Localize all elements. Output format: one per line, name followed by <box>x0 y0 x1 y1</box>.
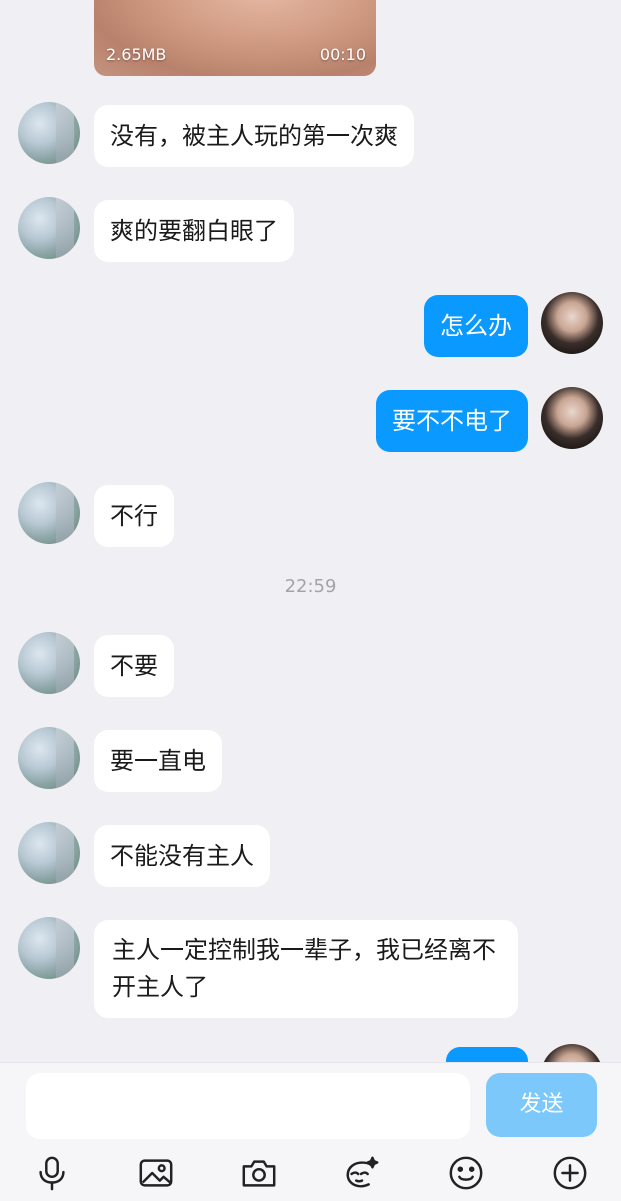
incoming-message[interactable]: 爽的要翻白眼了 <box>94 200 294 262</box>
emoji-icon[interactable] <box>444 1151 488 1195</box>
video-duration: 00:10 <box>319 45 366 64</box>
video-message[interactable]: 2.65MB 00:10 <box>94 0 376 76</box>
my-avatar[interactable] <box>541 292 603 354</box>
incoming-message[interactable]: 要一直电 <box>94 730 222 792</box>
contact-avatar[interactable] <box>18 197 80 259</box>
camera-icon[interactable] <box>237 1151 281 1195</box>
sticker-icon[interactable] <box>340 1151 384 1195</box>
image-icon[interactable] <box>134 1151 178 1195</box>
contact-avatar[interactable] <box>18 727 80 789</box>
contact-avatar[interactable] <box>18 482 80 544</box>
contact-avatar[interactable] <box>18 102 80 164</box>
incoming-message[interactable]: 主人一定控制我一辈子，我已经离不开主人了 <box>94 920 518 1018</box>
chat-area[interactable]: 2.65MB 00:10 没有，被主人玩的第一次爽 爽的要翻白眼了 怎么办 要不… <box>0 0 621 1062</box>
input-bar: 发送 <box>0 1062 621 1201</box>
toolbar <box>0 1151 621 1199</box>
my-avatar[interactable] <box>541 387 603 449</box>
outgoing-message[interactable]: 要不不电了 <box>376 390 528 452</box>
send-button[interactable]: 发送 <box>486 1073 597 1137</box>
outgoing-message[interactable]: 怎么办 <box>424 295 528 357</box>
video-size: 2.65MB <box>106 45 167 64</box>
outgoing-message-partial[interactable] <box>446 1047 528 1062</box>
incoming-message[interactable]: 不要 <box>94 635 174 697</box>
incoming-message[interactable]: 不能没有主人 <box>94 825 270 887</box>
plus-icon[interactable] <box>548 1151 592 1195</box>
message-input[interactable] <box>26 1073 470 1139</box>
incoming-message[interactable]: 不行 <box>94 485 174 547</box>
microphone-icon[interactable] <box>30 1151 74 1195</box>
my-avatar[interactable] <box>541 1044 603 1062</box>
contact-avatar[interactable] <box>18 822 80 884</box>
contact-avatar[interactable] <box>18 632 80 694</box>
contact-avatar[interactable] <box>18 917 80 979</box>
timestamp: 22:59 <box>284 576 337 597</box>
incoming-message[interactable]: 没有，被主人玩的第一次爽 <box>94 105 414 167</box>
